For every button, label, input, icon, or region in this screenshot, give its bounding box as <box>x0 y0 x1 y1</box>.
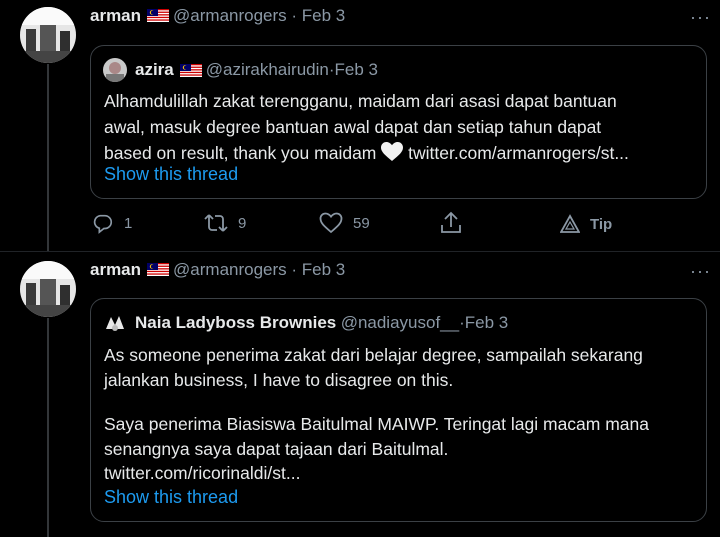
reply-count: 1 <box>124 214 133 232</box>
heart-icon <box>319 212 343 234</box>
tip-icon <box>560 214 580 233</box>
author-name[interactable]: arman <box>90 6 141 25</box>
show-thread-link[interactable]: Show this thread <box>104 164 238 185</box>
retweet-count: 9 <box>238 214 247 232</box>
tip-label: Tip <box>590 215 613 233</box>
quoted-text-line: Saya penerima Biasiswa Baitulmal MAIWP. … <box>104 414 650 434</box>
quoted-header: Naia Ladyboss Brownies @nadiayusof__ · F… <box>103 311 508 335</box>
malaysia-flag-icon <box>147 9 170 22</box>
malaysia-flag-icon <box>147 263 170 276</box>
quoted-date: Feb 3 <box>334 60 378 79</box>
quoted-text-line: awal, masuk degree bantuan awal dapat da… <box>104 117 602 137</box>
quoted-header: azira @azirakhairudin · Feb 3 <box>103 58 378 82</box>
tweet-header: arman @armanrogers · Feb 3 <box>90 260 346 279</box>
quoted-author-handle: @azirakhairudin <box>205 60 329 79</box>
author-name[interactable]: arman <box>90 260 141 279</box>
tweet-date[interactable]: Feb 3 <box>302 6 345 25</box>
malaysia-flag-icon <box>179 63 202 77</box>
like-count: 59 <box>353 214 370 232</box>
reply-button[interactable]: 1 <box>92 212 132 234</box>
thread-line <box>47 318 49 537</box>
quoted-author-name: azira <box>135 60 174 79</box>
like-button[interactable]: 59 <box>319 212 370 234</box>
reply-icon <box>93 214 113 234</box>
avatar[interactable] <box>20 261 76 317</box>
divider <box>0 251 720 252</box>
tweet-header: arman @armanrogers · Feb 3 <box>90 6 346 25</box>
quoted-date: Feb 3 <box>464 313 509 332</box>
quoted-author-name: Naia Ladyboss Brownies <box>135 313 337 332</box>
share-icon <box>441 211 461 233</box>
quoted-link[interactable]: twitter.com/ricorinaldi/st... <box>104 460 300 486</box>
white-heart-icon <box>381 142 404 169</box>
tip-button[interactable]: Tip <box>560 214 612 234</box>
show-thread-link[interactable]: Show this thread <box>104 487 238 508</box>
quoted-link[interactable]: twitter.com/armanrogers/st... <box>408 143 629 163</box>
quoted-text-line: Alhamdulillah zakat terengganu, maidam d… <box>104 91 617 111</box>
quoted-avatar <box>103 311 127 335</box>
thread-line <box>47 64 49 252</box>
more-options-icon[interactable]: ··· <box>690 261 711 282</box>
quoted-text-line: As someone penerima zakat dari belajar d… <box>104 345 643 365</box>
retweet-button[interactable]: 9 <box>204 212 246 234</box>
avatar[interactable] <box>20 7 76 63</box>
quoted-avatar <box>103 58 127 82</box>
tweet-date[interactable]: Feb 3 <box>302 260 345 279</box>
author-handle[interactable]: @armanrogers <box>173 6 287 25</box>
author-handle[interactable]: @armanrogers <box>173 260 287 279</box>
quoted-author-handle: @nadiayusof__ <box>340 313 460 332</box>
more-options-icon[interactable]: ··· <box>690 7 711 28</box>
quoted-text-line: senangnya saya dapat tajaan dari Baitulm… <box>104 439 449 459</box>
retweet-icon <box>204 214 228 232</box>
quoted-text-line: jalankan business, I have to disagree on… <box>104 370 454 390</box>
share-button[interactable] <box>440 211 472 235</box>
